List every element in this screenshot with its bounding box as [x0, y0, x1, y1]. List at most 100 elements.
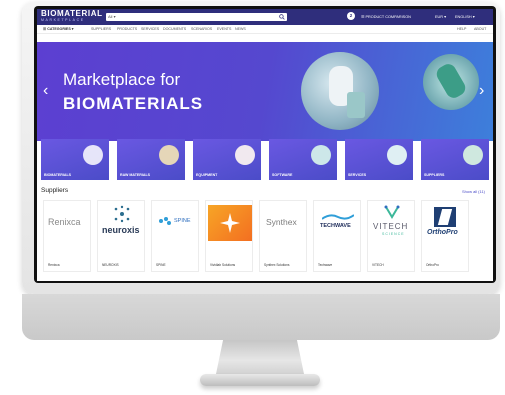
nav-categories-label: CATEGORIES — [47, 27, 71, 31]
screen: BIOMATERIAL MARKETPLACE All ▾ 2 ☰ PRODUC… — [37, 9, 493, 281]
supplier-name: NEUROXIS — [102, 263, 119, 267]
supplier-logo — [208, 205, 252, 241]
category-label: RAW MATERIALS — [120, 173, 151, 177]
notification-badge[interactable]: 2 — [347, 12, 355, 20]
hero-carousel: ‹ › Marketplace for BIOMATERIALS — [37, 42, 493, 141]
nav-item-products[interactable]: PRODUCTS — [117, 27, 137, 31]
supplier-card-synthex[interactable]: Synthex Synthex Solutions — [259, 200, 307, 272]
supplier-card-spine[interactable]: SPINE SPINE — [151, 200, 199, 272]
monitor-base — [200, 374, 320, 386]
supplier-card-renixca[interactable]: Renixca Renixca — [43, 200, 91, 272]
neuroxis-icon — [114, 205, 130, 223]
category-image — [311, 145, 331, 165]
chevron-down-icon: ▾ — [71, 27, 74, 31]
category-tile-software[interactable]: SOFTWARE — [269, 139, 337, 180]
language-label: ENGLISH — [455, 15, 472, 19]
category-tile-biomaterials[interactable]: BIOMATERIALS — [41, 139, 109, 180]
category-tile-services[interactable]: SERVICES — [345, 139, 413, 180]
logo-subtext: SCIENCE — [382, 232, 405, 236]
spine-icon — [159, 217, 171, 225]
language-select[interactable]: ENGLISH ▾ — [455, 14, 475, 19]
logo-main-text: BIOMATERIAL — [41, 9, 103, 18]
star-icon — [220, 213, 240, 233]
category-tile-suppliers[interactable]: SUPPLIERS — [421, 139, 489, 180]
search-icon[interactable] — [279, 14, 285, 20]
supplier-logo: VITECH SCIENCE — [370, 205, 414, 241]
nav-item-events[interactable]: EVENTS — [217, 27, 231, 31]
nav-item-suppliers[interactable]: SUPPLIERS — [91, 27, 111, 31]
top-bar: BIOMATERIAL MARKETPLACE All ▾ 2 ☰ PRODUC… — [37, 9, 493, 25]
monitor-chin — [22, 294, 500, 340]
logo-text: SPINE — [174, 218, 191, 224]
logo-sub-text: MARKETPLACE — [41, 18, 85, 22]
bone-shape — [437, 209, 453, 225]
show-all-suppliers-link[interactable]: Show all (11) — [462, 189, 485, 194]
nav-categories[interactable]: ☰ CATEGORIES ▾ — [43, 27, 74, 31]
category-label: BIOMATERIALS — [44, 173, 72, 177]
supplier-logo: neuroxis — [100, 205, 144, 241]
product-comparison-label: PRODUCT COMPARISON — [365, 15, 411, 19]
nav-item-services[interactable]: SERVICES — [141, 27, 159, 31]
category-image — [463, 145, 483, 165]
supplier-card-vividlab[interactable]: Vividlab Solutions — [205, 200, 253, 272]
category-tile-equipment[interactable]: EQUIPMENT — [193, 139, 261, 180]
wave-icon — [322, 214, 354, 220]
hero-title-line2: BIOMATERIALS — [63, 94, 204, 113]
supplier-logo: Synthex — [262, 205, 306, 241]
logo-text: Synthex — [266, 217, 297, 227]
supplier-name: Vividlab Solutions — [210, 263, 236, 267]
nav-item-about[interactable]: ABOUT — [474, 27, 486, 31]
logo-text: OrthoPro — [427, 229, 458, 236]
supplier-name: SPINE — [156, 263, 166, 267]
chevron-down-icon: ▾ — [472, 15, 475, 19]
supplier-card-vitech[interactable]: VITECH SCIENCE VITECH — [367, 200, 415, 272]
currency-label: EUR — [435, 15, 444, 19]
supplier-name: Techwave — [318, 263, 333, 267]
supplier-card-neuroxis[interactable]: neuroxis NEUROXIS — [97, 200, 145, 272]
category-label: EQUIPMENT — [196, 173, 218, 177]
nav-item-documents[interactable]: DOCUMENTS — [163, 27, 186, 31]
supplier-logo: TECHWAVE — [316, 205, 360, 241]
category-label: SERVICES — [348, 173, 367, 177]
logo-text: VITECH — [373, 222, 409, 231]
lab-equipment — [347, 92, 365, 118]
currency-select[interactable]: EUR ▾ — [435, 14, 446, 19]
supplier-name: Synthex Solutions — [264, 263, 290, 267]
supplier-name: Renixca — [48, 263, 60, 267]
nav-item-scenarios[interactable]: SCENARIOS — [191, 27, 212, 31]
carousel-next-icon[interactable]: › — [479, 82, 484, 100]
gloved-hand — [433, 61, 469, 101]
logo-text: Renixca — [48, 217, 81, 227]
logo-text: neuroxis — [102, 225, 140, 235]
supplier-card-orthopro[interactable]: OrthoPro OrthoPro — [421, 200, 469, 272]
search-category-label: All — [108, 14, 113, 19]
hero-title-line1: Marketplace for — [63, 70, 181, 89]
hero-lab-photo — [301, 52, 379, 130]
carousel-prev-icon[interactable]: ‹ — [43, 82, 48, 100]
orthopro-emblem — [434, 207, 456, 227]
nav-item-news[interactable]: NEWS — [235, 27, 246, 31]
category-image — [235, 145, 255, 165]
category-tile-raw-materials[interactable]: RAW MATERIALS — [117, 139, 185, 180]
chevron-down-icon: ▾ — [444, 15, 446, 19]
supplier-name: VITECH — [372, 263, 384, 267]
logo-text: TECHWAVE — [320, 223, 351, 229]
search-bar[interactable]: All ▾ — [106, 13, 287, 21]
supplier-logo: Renixca — [46, 205, 90, 241]
supplier-logo: OrthoPro — [424, 205, 468, 241]
category-label: SOFTWARE — [272, 173, 293, 177]
nav-item-help[interactable]: HELP — [457, 27, 466, 31]
vitech-icon — [384, 205, 400, 219]
supplier-name: OrthoPro — [426, 263, 439, 267]
supplier-card-techwave[interactable]: TECHWAVE Techwave — [313, 200, 361, 272]
category-image — [83, 145, 103, 165]
search-category-select[interactable]: All ▾ — [108, 14, 116, 19]
monitor-stand — [216, 340, 304, 374]
suppliers-heading: Suppliers — [41, 187, 69, 194]
category-image — [159, 145, 179, 165]
supplier-logo: SPINE — [154, 205, 198, 241]
hero-gloves-photo — [423, 54, 479, 110]
chevron-down-icon: ▾ — [113, 14, 116, 19]
product-comparison-button[interactable]: ☰ PRODUCT COMPARISON — [361, 14, 411, 19]
logo[interactable]: BIOMATERIAL MARKETPLACE — [41, 10, 103, 23]
